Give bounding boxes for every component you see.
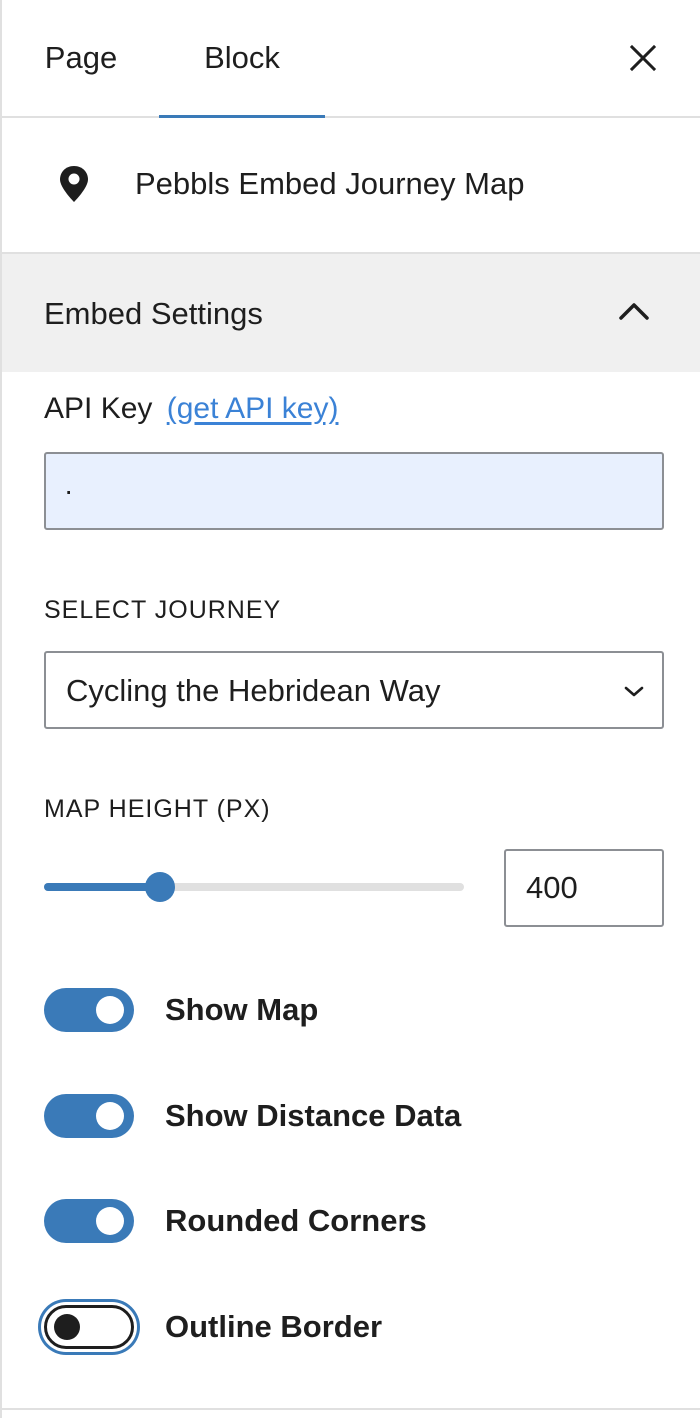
toggle-knob — [54, 1314, 80, 1340]
chevron-down-icon — [624, 686, 644, 697]
outline-border-toggle[interactable] — [44, 1305, 134, 1349]
api-key-input[interactable] — [44, 452, 664, 530]
map-height-slider-fill — [44, 883, 160, 891]
journey-select-value: Cycling the Hebridean Way — [66, 673, 441, 708]
show-distance-data-toggle[interactable] — [44, 1094, 134, 1138]
block-title: Pebbls Embed Journey Map — [135, 166, 525, 201]
toggle-knob — [96, 996, 124, 1024]
toggle-row-show-map: Show Map — [44, 988, 664, 1036]
api-key-label-row: API Key (get API key) — [44, 392, 338, 426]
tab-page[interactable]: Page — [2, 0, 160, 116]
chevron-up-icon — [619, 303, 649, 320]
map-height-slider-thumb[interactable] — [144, 872, 175, 902]
show-map-label: Show Map — [165, 992, 319, 1027]
tab-block-label: Block — [204, 40, 280, 75]
tab-block[interactable]: Block — [159, 0, 325, 118]
toggle-row-rounded-corners: Rounded Corners — [44, 1199, 664, 1247]
rounded-corners-label: Rounded Corners — [165, 1203, 427, 1238]
toggle-knob — [96, 1207, 124, 1235]
embed-settings-title: Embed Settings — [44, 296, 263, 331]
map-height-input[interactable] — [504, 849, 664, 927]
map-height-label: MAP HEIGHT (PX) — [44, 795, 271, 823]
show-distance-data-label: Show Distance Data — [165, 1098, 462, 1133]
toggle-row-outline-border: Outline Border — [44, 1305, 664, 1353]
rounded-corners-toggle[interactable] — [44, 1199, 134, 1243]
get-api-key-link[interactable]: (get API key) — [167, 392, 339, 425]
close-icon — [629, 44, 657, 72]
block-settings-sidebar: Page Block Pebbls Embed Journey Map Embe… — [0, 0, 700, 1418]
block-card: Pebbls Embed Journey Map — [2, 118, 700, 254]
sidebar-tabs: Page Block — [2, 0, 700, 118]
embed-settings-panel-toggle[interactable]: Embed Settings — [2, 254, 700, 372]
map-height-slider[interactable] — [44, 872, 464, 902]
outline-border-label: Outline Border — [165, 1309, 383, 1344]
api-key-label: API Key — [44, 392, 153, 425]
map-pin-icon — [60, 166, 88, 202]
divider — [2, 1408, 700, 1410]
toggle-row-show-distance-data: Show Distance Data — [44, 1094, 664, 1142]
close-sidebar-button[interactable] — [613, 28, 673, 88]
show-map-toggle[interactable] — [44, 988, 134, 1032]
select-journey-label: SELECT JOURNEY — [44, 596, 282, 624]
journey-select[interactable]: Cycling the Hebridean Way — [44, 651, 664, 729]
tab-page-label: Page — [44, 40, 118, 75]
toggle-knob — [96, 1102, 124, 1130]
